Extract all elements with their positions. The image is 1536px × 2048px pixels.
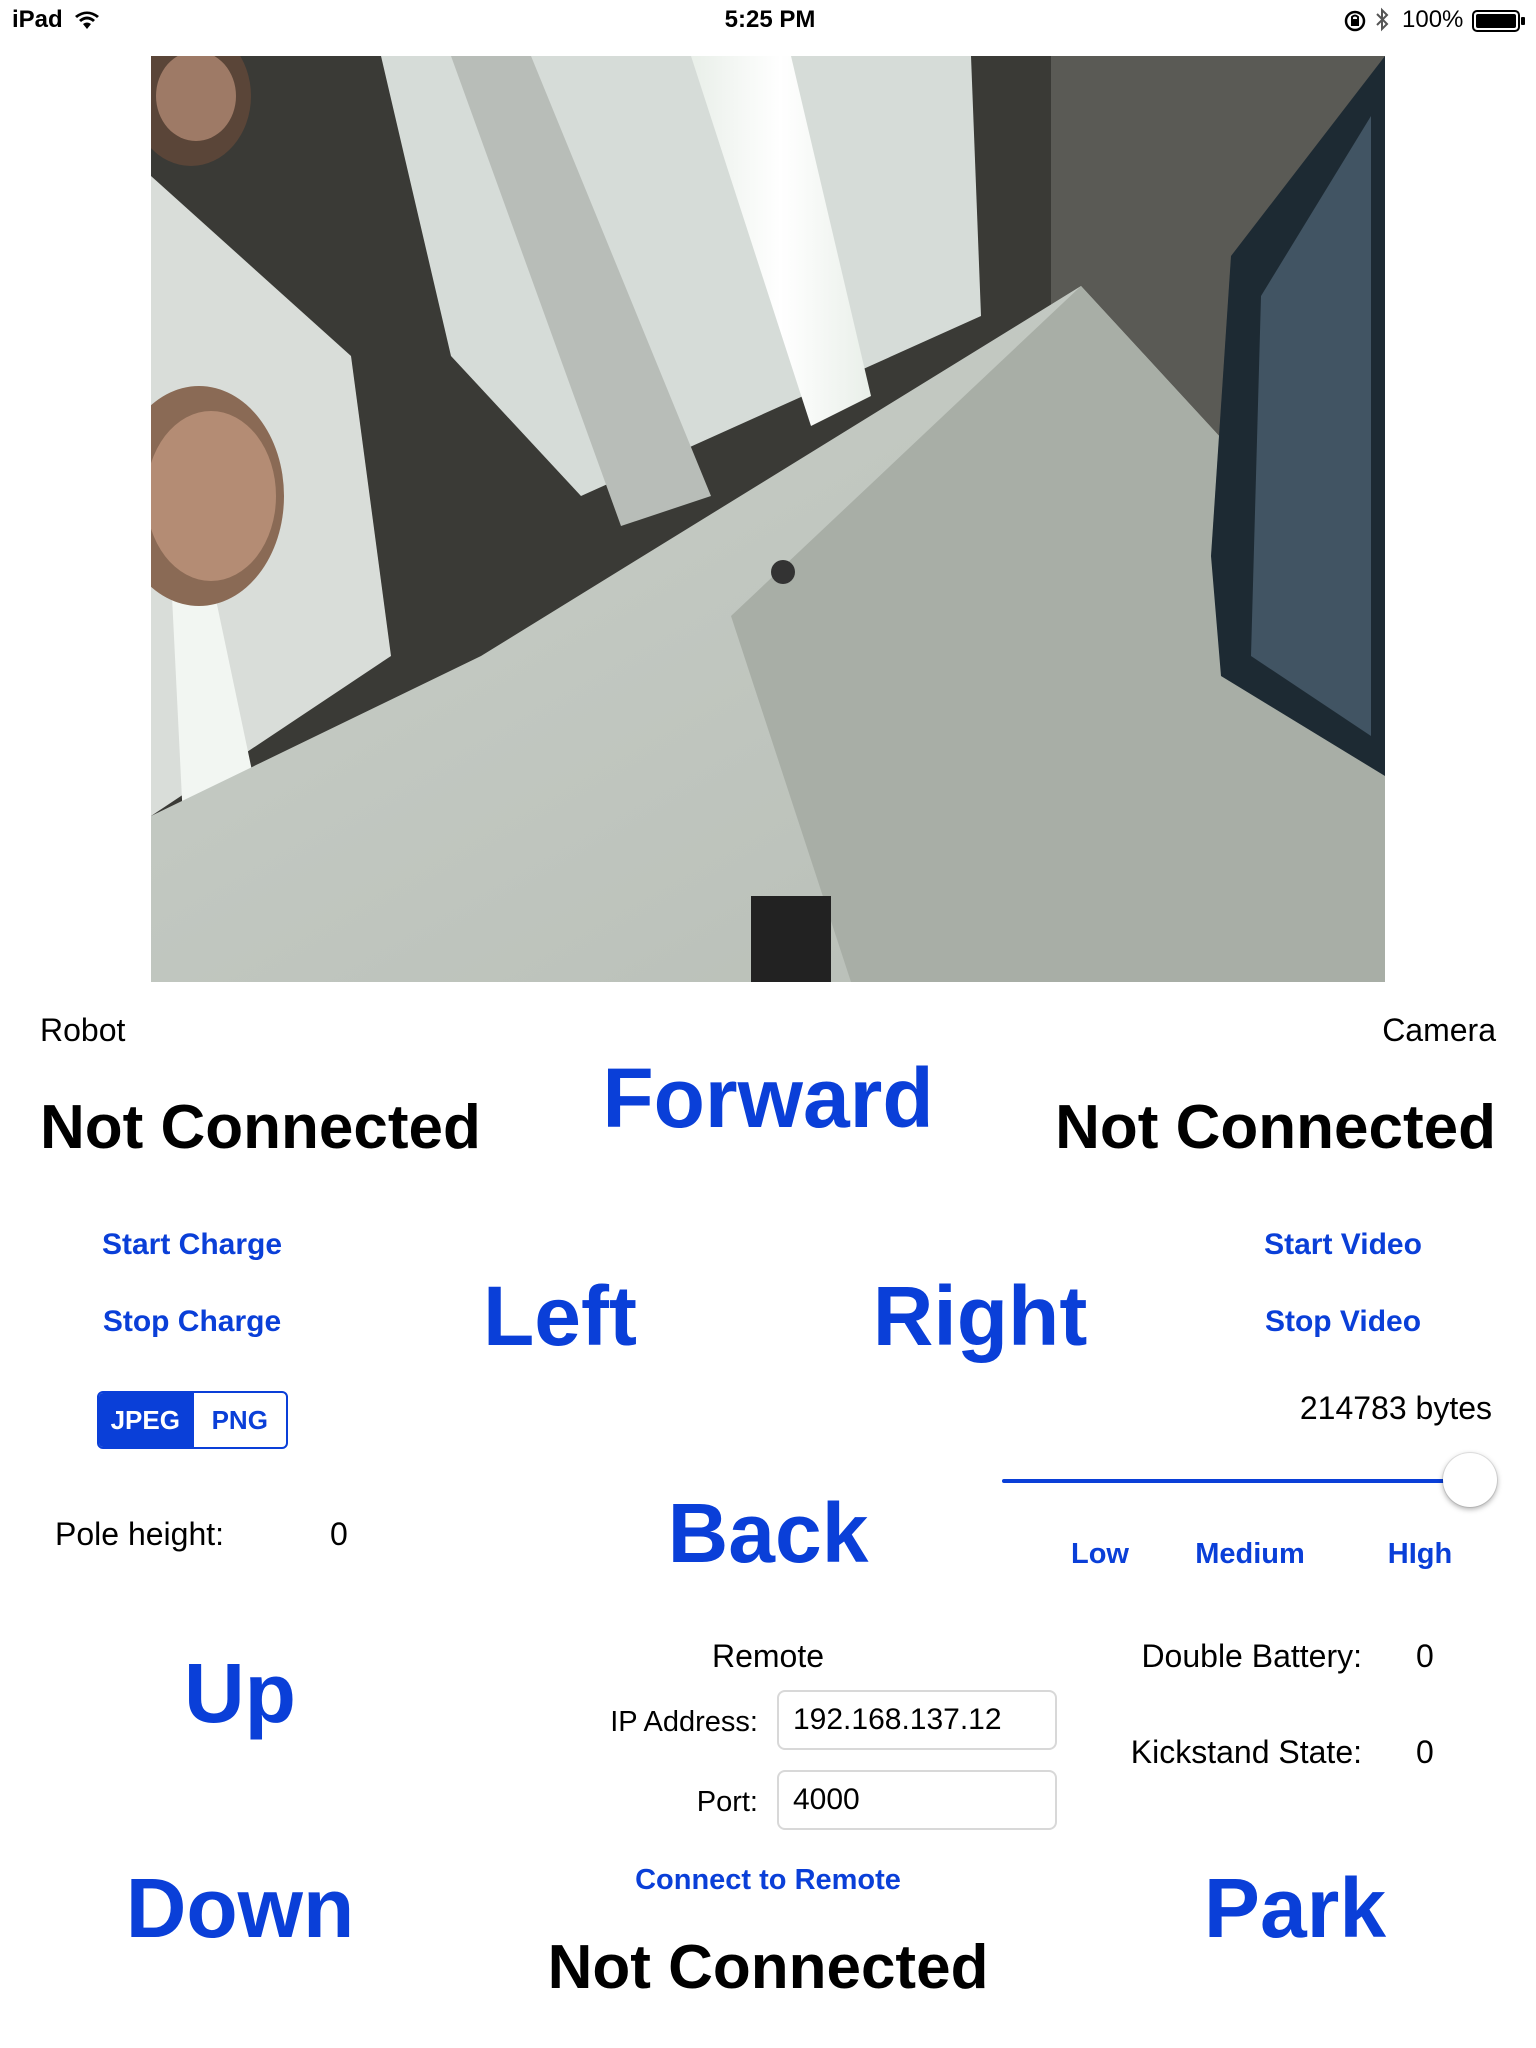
pole-height-value: 0 (330, 1516, 348, 1552)
wifi-icon (75, 11, 99, 29)
double-battery-value: 0 (1416, 1638, 1434, 1674)
start-video-button[interactable]: Start Video (1220, 1228, 1466, 1262)
remote-status: Not Connected (547, 1933, 989, 2002)
start-charge-button[interactable]: Start Charge (40, 1228, 344, 1262)
camera-title: Camera (1382, 1012, 1496, 1048)
robot-status: Not Connected (40, 1093, 481, 1162)
remote-title: Remote (711, 1638, 825, 1674)
rotation-lock-icon (1344, 10, 1366, 32)
quality-slider-track[interactable] (1002, 1479, 1470, 1483)
connect-to-remote-button[interactable]: Connect to Remote (590, 1864, 946, 1897)
right-button[interactable]: Right (840, 1268, 1120, 1365)
bluetooth-icon (1376, 7, 1389, 32)
status-time: 5:25 PM (724, 6, 816, 33)
park-button[interactable]: Park (1160, 1860, 1430, 1957)
kickstand-state-value: 0 (1416, 1734, 1434, 1770)
camera-feed-image (151, 56, 1385, 982)
double-battery-label: Double Battery: (1141, 1638, 1362, 1674)
ip-address-label: IP Address: (610, 1706, 758, 1738)
port-label: Port: (696, 1786, 758, 1818)
forward-button[interactable]: Forward (560, 1050, 976, 1147)
format-option-png[interactable]: PNG (191, 1393, 287, 1447)
back-button[interactable]: Back (600, 1485, 936, 1582)
camera-status: Not Connected (1055, 1093, 1496, 1162)
left-button[interactable]: Left (420, 1268, 700, 1365)
quality-slider-thumb[interactable] (1443, 1453, 1497, 1507)
quality-medium-label[interactable]: Medium (1180, 1538, 1320, 1571)
stop-charge-button[interactable]: Stop Charge (40, 1305, 344, 1339)
status-battery-percent: 100% (1402, 6, 1464, 33)
robot-title: Robot (40, 1012, 126, 1048)
battery-icon (1472, 10, 1525, 32)
kickstand-state-label: Kickstand State: (1130, 1734, 1362, 1770)
quality-high-label[interactable]: HIgh (1360, 1538, 1480, 1571)
pole-height-label: Pole height: (55, 1516, 225, 1552)
format-option-jpeg[interactable]: JPEG (99, 1393, 192, 1447)
status-device: iPad (12, 6, 63, 33)
image-size-bytes: 214783 bytes (1299, 1390, 1492, 1426)
quality-low-label[interactable]: Low (1040, 1538, 1160, 1571)
up-button[interactable]: Up (120, 1645, 360, 1742)
port-field[interactable]: 4000 (777, 1770, 1057, 1830)
down-button[interactable]: Down (90, 1860, 390, 1957)
stop-video-button[interactable]: Stop Video (1220, 1305, 1466, 1339)
image-format-segmented-control[interactable]: JPEG PNG (97, 1391, 288, 1449)
ip-address-field[interactable]: 192.168.137.12 (777, 1690, 1057, 1750)
